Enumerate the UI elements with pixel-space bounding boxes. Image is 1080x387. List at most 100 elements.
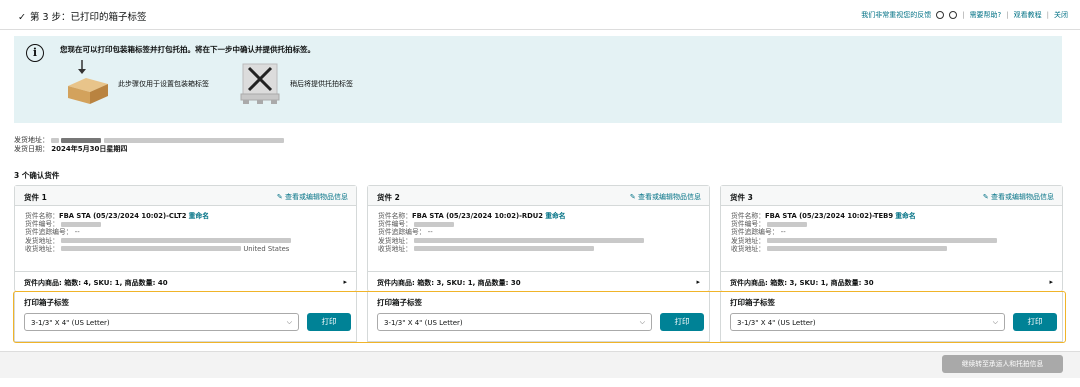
shipment-title: 货件 3 (730, 193, 753, 202)
ship-date-value: 2024年5月30日星期四 (51, 145, 128, 153)
pencil-icon: ✎ (276, 193, 283, 201)
shipment-name-row: 货件名称：FBA STA (05/23/2024 10:02)-CLT2 重命名 (25, 212, 345, 220)
ship-info: 发货地址： 发货日期： 2024年5月30日星期四 (14, 136, 284, 154)
rename-link[interactable]: 重命名 (895, 212, 915, 220)
step-title[interactable]: ✓ 第 3 步：已打印的箱子标签 (18, 9, 147, 23)
shipment-card: 货件 2 ✎ 查看或编辑物品信息货件名称：FBA STA (05/23/2024 … (367, 185, 710, 292)
feedback-link[interactable]: 我们非常重视您的反馈 (861, 10, 931, 20)
shipment-name: FBA STA (05/23/2024 10:02)-RDU2 (411, 212, 544, 220)
field-label: 发货地址： (378, 236, 412, 245)
shipments-count: 3 个确认货件 (14, 171, 60, 180)
pencil-icon: ✎ (629, 193, 636, 201)
separator: | (1046, 11, 1049, 19)
redacted-text (61, 238, 292, 244)
box-icon (68, 60, 108, 104)
expand-arrow-icon[interactable]: ▸ (1049, 278, 1053, 286)
ship-to-country: United States (243, 244, 290, 253)
edit-items-label: 查看或编辑物品信息 (638, 193, 701, 201)
redacted-text (767, 238, 998, 244)
shipment-card: 货件 1 ✎ 查看或编辑物品信息货件名称：FBA STA (05/23/2024 … (14, 185, 357, 292)
card-header: 货件 2 ✎ 查看或编辑物品信息 (368, 186, 709, 206)
close-link[interactable]: 关闭 (1054, 10, 1068, 20)
help-link[interactable]: 需要帮助? (970, 10, 1002, 20)
footer-bar (0, 351, 1080, 378)
edit-items-link[interactable]: ✎ 查看或编辑物品信息 (983, 192, 1054, 202)
continue-button[interactable]: 继续转至承运人和托拍信息 (942, 355, 1063, 373)
tracking-value: -- (74, 228, 80, 237)
tracking-row: 货件追踪编号： -- (731, 228, 1051, 236)
tracking-row: 货件追踪编号： -- (378, 228, 698, 236)
separator: | (962, 11, 965, 19)
redacted-text (414, 221, 455, 227)
rename-link[interactable]: 重命名 (189, 212, 209, 220)
pallet-caption: 稍后将提供托拍标签 (290, 80, 353, 88)
redacted-text (767, 221, 808, 227)
box-caption: 此步骤仅用于设置包装箱标签 (118, 80, 209, 88)
shipment-card: 货件 3 ✎ 查看或编辑物品信息货件名称：FBA STA (05/23/2024 … (720, 185, 1063, 292)
contents-row[interactable]: 货件内商品: 箱数: 4, SKU: 1, 商品数量: 40 ▸ (15, 271, 356, 292)
card-header: 货件 3 ✎ 查看或编辑物品信息 (721, 186, 1062, 206)
ship-date-label: 发货日期： (14, 145, 49, 153)
step-header: ✓ 第 3 步：已打印的箱子标签 我们非常重视您的反馈 | 需要帮助? | 观看教… (0, 0, 1080, 30)
field-label: 货件编号： (25, 220, 59, 229)
contents-summary: 货件内商品: 箱数: 4, SKU: 1, 商品数量: 40 (24, 279, 168, 287)
pencil-icon: ✎ (982, 193, 989, 201)
pallet-icon (240, 63, 280, 104)
ship-date-row: 发货日期： 2024年5月30日星期四 (14, 145, 284, 154)
redacted-text (103, 137, 284, 143)
redacted-text (767, 246, 948, 252)
shipment-name-row: 货件名称：FBA STA (05/23/2024 10:02)-RDU2 重命名 (378, 212, 698, 220)
field-label: 货件追踪编号： (731, 228, 779, 237)
ship-from-row: 发货地址： (25, 237, 345, 245)
ship-to-row: 收货地址： United States (25, 245, 345, 253)
tracking-value: -- (427, 228, 433, 237)
shipment-title: 货件 1 (24, 193, 47, 202)
redacted-text (414, 238, 645, 244)
shipment-title: 货件 2 (377, 193, 400, 202)
redacted-text (51, 137, 60, 143)
edit-items-link[interactable]: ✎ 查看或编辑物品信息 (630, 192, 701, 202)
field-label: 货件编号： (378, 220, 412, 229)
tutorial-link[interactable]: 观看教程 (1014, 10, 1042, 20)
redacted-text (61, 137, 102, 143)
shipment-name: FBA STA (05/23/2024 10:02)-CLT2 (58, 212, 187, 220)
smile-icon[interactable] (936, 11, 945, 19)
contents-row[interactable]: 货件内商品: 箱数: 3, SKU: 1, 商品数量: 30 ▸ (721, 271, 1062, 292)
edit-items-label: 查看或编辑物品信息 (991, 193, 1054, 201)
ship-from-row: 发货地址： (378, 237, 698, 245)
card-details: 货件名称：FBA STA (05/23/2024 10:02)-CLT2 重命名… (25, 212, 345, 253)
expand-arrow-icon[interactable]: ▸ (696, 278, 700, 286)
info-icon: i (26, 44, 44, 62)
frown-icon[interactable] (949, 11, 958, 19)
shipment-name: FBA STA (05/23/2024 10:02)-TEB9 (764, 212, 894, 220)
field-label: 货件名称： (378, 212, 412, 220)
separator: | (1006, 11, 1009, 19)
step-title-text: 第 3 步：已打印的箱子标签 (29, 12, 147, 23)
contents-summary: 货件内商品: 箱数: 3, SKU: 1, 商品数量: 30 (730, 279, 874, 287)
expand-arrow-icon[interactable]: ▸ (343, 278, 347, 286)
field-label: 收货地址： (378, 244, 412, 253)
field-label: 货件编号： (731, 220, 765, 229)
field-label: 发货地址： (25, 236, 59, 245)
contents-row[interactable]: 货件内商品: 箱数: 3, SKU: 1, 商品数量: 30 ▸ (368, 271, 709, 292)
field-label: 货件追踪编号： (25, 228, 73, 237)
tracking-value: -- (780, 228, 786, 237)
rename-link[interactable]: 重命名 (545, 212, 565, 220)
field-label: 收货地址： (731, 244, 765, 253)
shipment-name-row: 货件名称：FBA STA (05/23/2024 10:02)-TEB9 重命名 (731, 212, 1051, 220)
field-label: 货件追踪编号： (378, 228, 426, 237)
tracking-row: 货件追踪编号： -- (25, 228, 345, 236)
banner-message: 您现在可以打印包装箱标签并打包托拍。将在下一步中确认并提供托拍标签。 (60, 45, 315, 54)
edit-items-label: 查看或编辑物品信息 (285, 193, 348, 201)
contents-summary: 货件内商品: 箱数: 3, SKU: 1, 商品数量: 30 (377, 279, 521, 287)
redacted-text (61, 246, 242, 252)
field-label: 收货地址： (25, 244, 59, 253)
edit-items-link[interactable]: ✎ 查看或编辑物品信息 (277, 192, 348, 202)
ship-from-label: 发货地址： (14, 136, 49, 144)
header-links: 我们非常重视您的反馈 | 需要帮助? | 观看教程 | 关闭 (861, 10, 1068, 20)
check-icon: ✓ (18, 12, 26, 23)
field-label: 货件名称： (25, 212, 59, 220)
ship-from-row: 发货地址： (14, 136, 284, 145)
ship-to-row: 收货地址： (378, 245, 698, 253)
redacted-text (61, 221, 102, 227)
